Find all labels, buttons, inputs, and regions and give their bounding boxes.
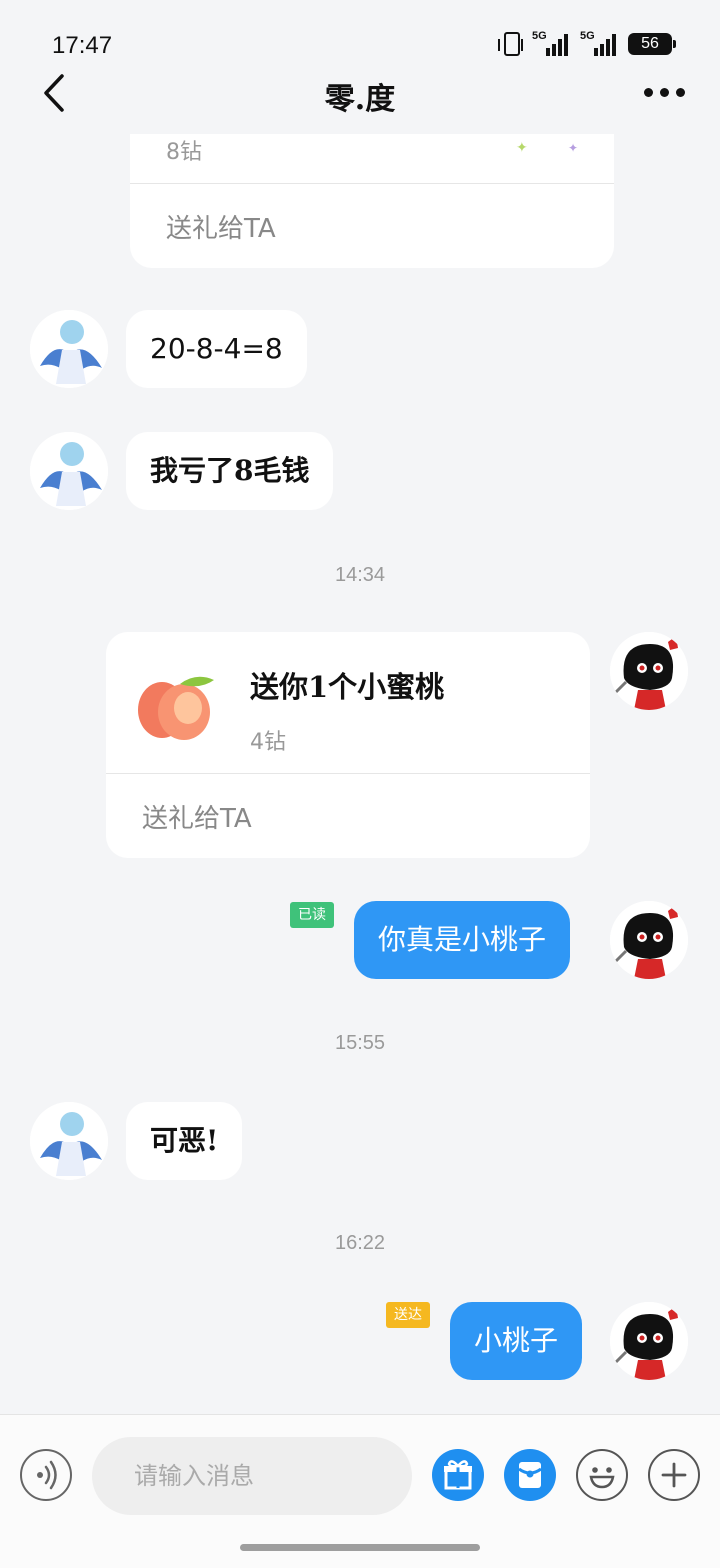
send-gift-link[interactable]: 送礼给TA bbox=[142, 798, 252, 835]
gift-name: 送你1个小蜜桃 bbox=[250, 670, 445, 704]
send-gift-link[interactable]: 送礼给TA bbox=[166, 208, 276, 245]
svg-text:✦: ✦ bbox=[516, 140, 528, 156]
contact-avatar[interactable] bbox=[30, 432, 108, 510]
signal-icon: 5G bbox=[532, 30, 568, 56]
message-input[interactable]: 请输入消息 bbox=[92, 1437, 412, 1515]
red-packet-icon[interactable] bbox=[504, 1449, 556, 1501]
status-bar: 17:47 5G 5G 56 bbox=[0, 0, 720, 70]
contact-avatar[interactable] bbox=[30, 310, 108, 388]
gift-image-icon: ✦ ✦ bbox=[516, 140, 578, 156]
message-bubble-incoming[interactable]: 我亏了8毛钱 bbox=[126, 432, 334, 510]
message-bubble-outgoing[interactable]: 小桃子 bbox=[450, 1302, 583, 1380]
gift-card[interactable]: 送你1个小蜜桃 4钻 送礼给TA bbox=[106, 632, 590, 858]
home-indicator[interactable] bbox=[240, 1544, 480, 1551]
gift-card-partial[interactable]: 8钻 ✦ ✦ 送礼给TA bbox=[130, 134, 614, 268]
svg-text:✦: ✦ bbox=[568, 141, 578, 155]
peach-icon bbox=[138, 676, 214, 740]
page-title: 零.度 bbox=[324, 82, 396, 117]
message-bubble-incoming[interactable]: 20-8-4=8 bbox=[126, 310, 307, 388]
chat-list[interactable]: 8钻 ✦ ✦ 送礼给TA 20-8-4=8 我亏了8毛钱 14:34 送你1个小… bbox=[0, 134, 720, 1414]
signal-icon-2: 5G bbox=[580, 30, 616, 56]
delivered-status-badge: 送达 bbox=[386, 1302, 430, 1328]
contact-avatar[interactable] bbox=[30, 1102, 108, 1180]
card-divider bbox=[106, 773, 590, 774]
gift-price: 8钻 bbox=[166, 140, 202, 165]
read-status-badge: 已读 bbox=[290, 902, 334, 928]
more-dots-icon[interactable] bbox=[644, 80, 690, 104]
status-time: 17:47 bbox=[52, 32, 113, 59]
nav-bar: 零.度 bbox=[0, 70, 720, 134]
gift-price: 4钻 bbox=[250, 730, 286, 755]
my-avatar[interactable] bbox=[610, 1302, 688, 1380]
plus-icon[interactable] bbox=[648, 1449, 700, 1501]
vibrate-icon bbox=[498, 32, 523, 56]
message-bubble-outgoing[interactable]: 你真是小桃子 bbox=[354, 901, 571, 979]
card-divider bbox=[130, 183, 614, 184]
gift-icon[interactable] bbox=[432, 1449, 484, 1501]
status-icons: 5G 5G 56 bbox=[498, 30, 676, 56]
emoji-icon[interactable] bbox=[576, 1449, 628, 1501]
timestamp: 14:34 bbox=[334, 564, 386, 586]
message-bubble-incoming[interactable]: 可恶! bbox=[126, 1102, 243, 1180]
timestamp: 15:55 bbox=[334, 1032, 386, 1054]
my-avatar[interactable] bbox=[610, 632, 688, 710]
my-avatar[interactable] bbox=[610, 901, 688, 979]
timestamp: 16:22 bbox=[334, 1232, 386, 1254]
voice-icon[interactable] bbox=[20, 1449, 72, 1501]
battery-icon: 56 bbox=[628, 33, 676, 55]
